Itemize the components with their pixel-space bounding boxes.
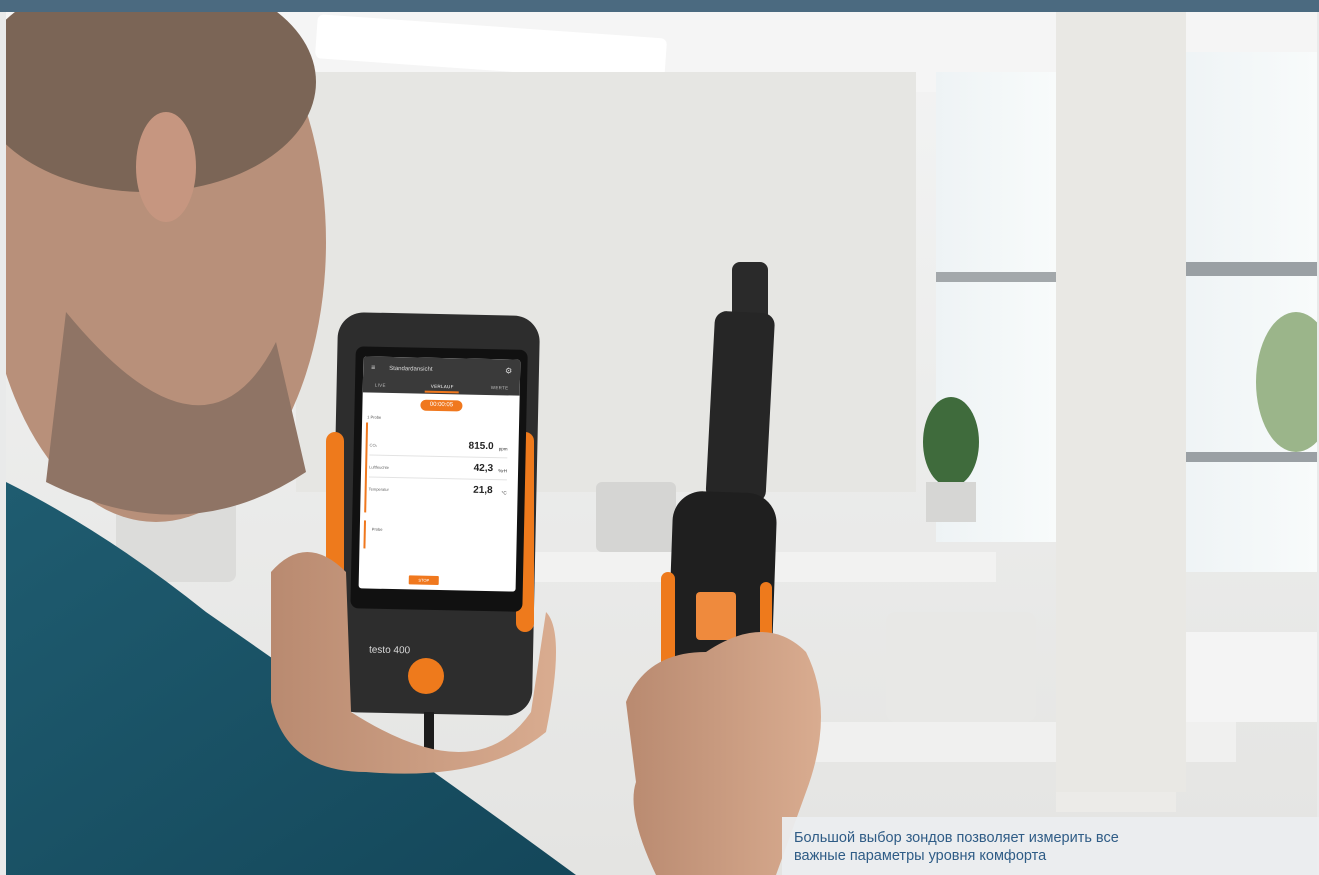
chair-2: [886, 612, 1036, 722]
device-logo-badge: [408, 658, 444, 694]
tab-werte: WERTE: [490, 385, 509, 391]
caption-line-2: важные параметры уровня комфорта: [794, 848, 1047, 864]
caption-box: Большой выбор зондов позволяет измерить …: [782, 817, 1319, 875]
probe-shaft: [705, 311, 775, 503]
reading-label: Temperatur: [368, 486, 389, 492]
window-mullion-3: [936, 272, 1056, 282]
photo-scene: ≡ Standardansicht ⚙ LIVE VERLAUF WERTE 0…: [6, 12, 1317, 875]
plant-pot: [926, 482, 976, 522]
reading-unit: ppm: [498, 446, 508, 452]
probe-1-label: 1 Probe: [367, 414, 382, 420]
screen-title: Standardansicht: [389, 365, 433, 373]
reading-value: 815.0: [468, 440, 494, 453]
reading-unit: °C: [501, 490, 507, 496]
reading-row-co2: CO₂ 815.0 ppm: [369, 437, 508, 456]
screen-tabs: LIVE VERLAUF WERTE: [363, 380, 520, 395]
chair-3: [596, 482, 676, 552]
probe-button: [696, 592, 736, 640]
gear-icon: ⚙: [504, 366, 513, 376]
measurement-timer: 00:00:05: [420, 399, 463, 412]
reading-label: Luftfeuchte: [369, 464, 389, 470]
window-mullion-2: [1176, 452, 1317, 462]
probe-2-label: Probe: [371, 526, 383, 532]
window-mullion: [1176, 262, 1317, 276]
tab-verlauf: VERLAUF: [430, 383, 454, 390]
tab-live: LIVE: [374, 382, 386, 388]
reading-row-temperature: Temperatur 21,8 °C: [369, 481, 507, 500]
top-bar: [0, 0, 1319, 12]
pillar: [1056, 12, 1186, 792]
plant: [923, 397, 979, 487]
reading-value: 42,3: [473, 462, 494, 475]
probe-2-card: [363, 520, 511, 552]
person-ear: [136, 112, 196, 222]
window-right: [1176, 52, 1317, 572]
device-brand-label: testo 400: [368, 644, 411, 657]
menu-icon: ≡: [371, 364, 376, 372]
reading-label: CO₂: [369, 442, 378, 448]
scene-illustration: [6, 12, 1317, 875]
reading-value: 21,8: [473, 484, 493, 497]
reading-unit: %rH: [498, 468, 508, 474]
reading-row-humidity: Luftfeuchte 42,3 %rH: [369, 459, 507, 478]
stop-button: STOP: [408, 575, 439, 586]
photo-frame: ≡ Standardansicht ⚙ LIVE VERLAUF WERTE 0…: [0, 0, 1319, 875]
device-screen: ≡ Standardansicht ⚙ LIVE VERLAUF WERTE 0…: [358, 356, 521, 592]
caption-line-1: Большой выбор зондов позволяет измерить …: [794, 830, 1119, 846]
caption-text: Большой выбор зондов позволяет измерить …: [794, 829, 1304, 865]
